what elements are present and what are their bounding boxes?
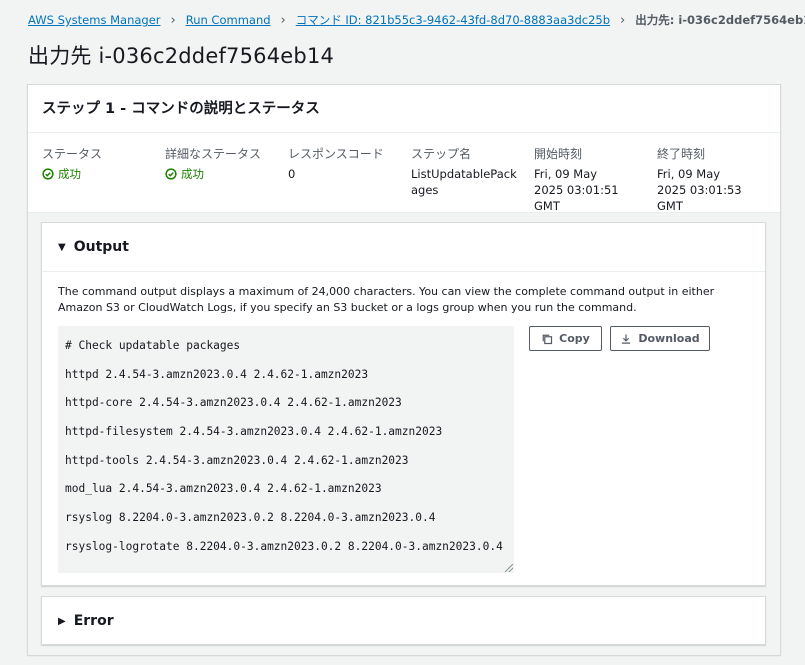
step-section-title: ステップ 1 - コマンドの説明とステータス — [28, 85, 780, 133]
output-toggle[interactable]: ▼ Output — [42, 223, 765, 271]
chevron-right-icon: › — [280, 12, 286, 28]
output-line: rsyslog 8.2204.0-3.amzn2023.0.2 8.2204.0… — [65, 511, 436, 525]
output-body: The command output displays a maximum of… — [42, 271, 765, 585]
field-label: 終了時刻 — [657, 147, 706, 161]
response-code-value: 0 — [288, 167, 296, 181]
chevron-right-icon: › — [170, 12, 176, 28]
step-container: ステップ 1 - コマンドの説明とステータス ステータス 成功 詳細なステータス… — [27, 84, 781, 655]
output-line: # Check updatable packages — [65, 339, 241, 352]
download-label: Download — [638, 332, 700, 345]
output-description: The command output displays a maximum of… — [58, 285, 715, 314]
breadcrumb-command-id[interactable]: コマンド ID: 821b55c3-9462-43fd-8d70-8883aa3… — [296, 12, 610, 28]
breadcrumb-current: 出力先: i-036c2ddef7564eb14 — [635, 13, 805, 27]
output-panel: ▼ Output The command output displays a m… — [41, 222, 766, 586]
field-end-time: 終了時刻 Fri, 09 May 2025 03:01:53 GMT — [657, 145, 745, 214]
step-name-value: ListUpdatablePackages — [411, 167, 517, 197]
field-label: 開始時刻 — [534, 147, 583, 161]
start-time-value: Fri, 09 May 2025 03:01:51 GMT — [534, 167, 619, 213]
status-text: 成功 — [58, 167, 81, 181]
breadcrumb-run-command[interactable]: Run Command — [186, 13, 271, 27]
field-label: 詳細なステータス — [165, 147, 262, 161]
copy-label: Copy — [559, 332, 590, 345]
field-label: レスポンスコード — [288, 147, 384, 161]
output-line: httpd-core 2.4.54-3.amzn2023.0.4 2.4.62-… — [65, 396, 402, 410]
caret-down-icon: ▼ — [58, 241, 66, 253]
error-panel: ▶ Error — [41, 596, 766, 645]
field-start-time: 開始時刻 Fri, 09 May 2025 03:01:51 GMT — [534, 145, 622, 214]
output-line: httpd-filesystem 2.4.54-3.amzn2023.0.4 2… — [65, 425, 443, 439]
field-label: ステータス — [42, 147, 103, 161]
copy-icon — [542, 334, 553, 344]
success-icon — [165, 168, 177, 180]
chevron-right-icon: › — [620, 12, 626, 28]
step-details: ステータス 成功 詳細なステータス 成功 レスポンスコード 0 ステップ名 Li… — [28, 133, 780, 213]
error-toggle[interactable]: ▶ Error — [42, 597, 765, 645]
download-icon — [622, 334, 631, 344]
output-line: rsyslog-logrotate 8.2204.0-3.amzn2023.0.… — [65, 539, 503, 553]
breadcrumb: AWS Systems Manager › Run Command › コマンド… — [28, 12, 805, 28]
output-line: mod_lua 2.4.54-3.amzn2023.0.4 2.4.62-1.a… — [65, 482, 382, 496]
resize-handle-icon[interactable] — [505, 564, 513, 572]
detailed-status-value: 成功 — [165, 166, 283, 182]
status-text: 成功 — [181, 167, 204, 181]
field-step-name: ステップ名 ListUpdatablePackages — [411, 145, 521, 198]
caret-right-icon: ▶ — [58, 615, 66, 627]
breadcrumb-systems-manager[interactable]: AWS Systems Manager — [28, 13, 161, 27]
page-title: 出力先 i-036c2ddef7564eb14 — [28, 44, 335, 68]
copy-button[interactable]: Copy — [529, 326, 602, 351]
field-label: ステップ名 — [411, 147, 472, 161]
output-title: Output — [73, 239, 129, 255]
field-response-code: レスポンスコード 0 — [288, 145, 406, 182]
error-title: Error — [73, 613, 114, 629]
end-time-value: Fri, 09 May 2025 03:01:53 GMT — [657, 167, 742, 213]
field-status: ステータス 成功 — [42, 145, 160, 182]
success-icon — [42, 168, 54, 180]
download-button[interactable]: Download — [610, 326, 710, 351]
output-line: httpd 2.4.54-3.amzn2023.0.4 2.4.62-1.amz… — [65, 367, 369, 381]
output-line: httpd-tools 2.4.54-3.amzn2023.0.4 2.4.62… — [65, 453, 409, 467]
status-value: 成功 — [42, 166, 160, 182]
output-textarea[interactable]: # Check updatable packages httpd 2.4.54-… — [58, 326, 514, 573]
field-detailed-status: 詳細なステータス 成功 — [165, 145, 283, 182]
